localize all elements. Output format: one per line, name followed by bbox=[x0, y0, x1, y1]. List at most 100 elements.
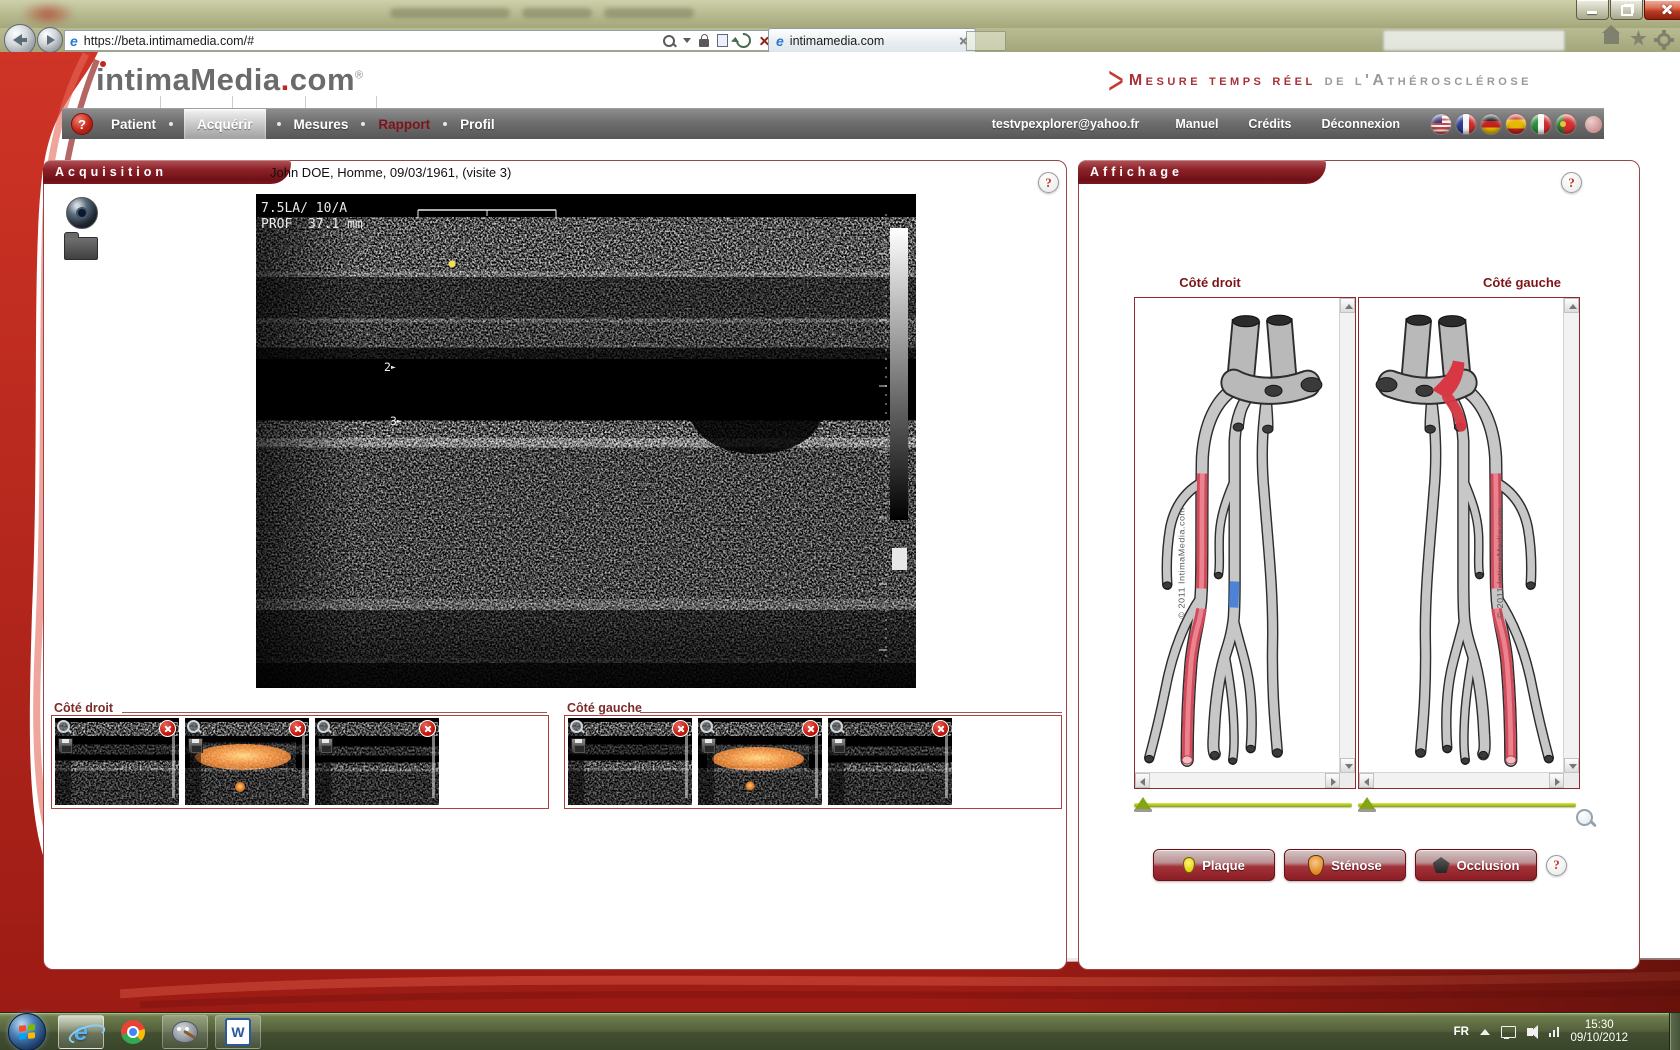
nav-help-icon[interactable]: ? bbox=[71, 113, 93, 135]
thumb-delete-icon[interactable] bbox=[672, 720, 689, 737]
thumb-save-icon[interactable] bbox=[571, 738, 586, 753]
thumbnail-doppler[interactable] bbox=[698, 718, 822, 805]
slider-handle-icon[interactable] bbox=[1359, 797, 1375, 809]
scroll-left-icon[interactable] bbox=[1135, 773, 1150, 788]
affichage-help-icon[interactable]: ? bbox=[1561, 172, 1582, 193]
folder-icon[interactable] bbox=[64, 237, 98, 260]
new-tab-button[interactable] bbox=[966, 31, 1006, 51]
thumbnail[interactable] bbox=[315, 718, 439, 805]
scroll-up-icon[interactable] bbox=[1564, 298, 1579, 313]
nav-link-manuel[interactable]: Manuel bbox=[1175, 117, 1218, 131]
horizontal-scrollbar[interactable] bbox=[1135, 772, 1340, 788]
account-email[interactable]: testvpexplorer@yahoo.fr bbox=[992, 117, 1140, 131]
thumb-delete-icon[interactable] bbox=[932, 720, 949, 737]
thumbnail-doppler[interactable] bbox=[185, 718, 309, 805]
slider-handle-icon[interactable] bbox=[1135, 797, 1151, 809]
thumb-magnifier-icon[interactable] bbox=[187, 720, 200, 733]
vertical-scrollbar[interactable] bbox=[1339, 298, 1355, 773]
thumb-magnifier-icon[interactable] bbox=[830, 720, 843, 733]
nav-link-credits[interactable]: Crédits bbox=[1248, 117, 1291, 131]
nav-item-profil[interactable]: Profil bbox=[458, 109, 497, 139]
clock[interactable]: 15:30 09/10/2012 bbox=[1570, 1019, 1628, 1045]
artery-diagram-gauche[interactable]: © 2011 IntimaMedia.com bbox=[1358, 297, 1580, 789]
legend-help-icon[interactable]: ? bbox=[1546, 855, 1567, 876]
taskbar-ie-button[interactable]: e bbox=[58, 1015, 104, 1049]
slider-track[interactable] bbox=[1134, 803, 1352, 807]
close-button[interactable] bbox=[1644, 0, 1680, 20]
nav-item-mesures[interactable]: Mesures bbox=[292, 109, 351, 139]
artery-diagram-droit[interactable]: © 2011 IntimaMedia.com bbox=[1134, 297, 1356, 789]
flag-france-icon[interactable] bbox=[1455, 113, 1477, 135]
minimize-button[interactable] bbox=[1576, 0, 1609, 20]
flag-spain-icon[interactable] bbox=[1505, 113, 1527, 135]
thumb-magnifier-icon[interactable] bbox=[570, 720, 583, 733]
horizontal-scrollbar[interactable] bbox=[1359, 772, 1564, 788]
compatibility-view-icon[interactable] bbox=[717, 34, 728, 47]
address-bar[interactable]: e https://beta.intimamedia.com/# bbox=[64, 30, 776, 51]
thumb-delete-icon[interactable] bbox=[802, 720, 819, 737]
acquisition-help-icon[interactable]: ? bbox=[1038, 172, 1059, 193]
flag-us-icon[interactable] bbox=[1430, 113, 1452, 135]
thumb-save-icon[interactable] bbox=[58, 738, 73, 753]
magnifier-icon[interactable] bbox=[1576, 809, 1593, 826]
zoom-slider-droit[interactable] bbox=[1134, 797, 1352, 813]
flag-germany-icon[interactable] bbox=[1480, 113, 1502, 135]
show-desktop-button[interactable] bbox=[1669, 1013, 1680, 1050]
site-logo[interactable]: intimaMedia.com® bbox=[96, 62, 364, 98]
thumb-delete-icon[interactable] bbox=[289, 720, 306, 737]
thumb-magnifier-icon[interactable] bbox=[700, 720, 713, 733]
language-indicator[interactable]: FR bbox=[1454, 1026, 1469, 1038]
flag-italy-icon[interactable] bbox=[1530, 113, 1552, 135]
slider-track[interactable] bbox=[1358, 803, 1576, 807]
thumb-save-icon[interactable] bbox=[831, 738, 846, 753]
network-icon[interactable] bbox=[1549, 1027, 1560, 1037]
legend-button-occlusion[interactable]: Occlusion bbox=[1415, 849, 1537, 881]
tray-expand-icon[interactable] bbox=[1480, 1029, 1490, 1035]
volume-icon[interactable] bbox=[1527, 1028, 1533, 1036]
url-text[interactable]: https://beta.intimamedia.com/# bbox=[84, 34, 254, 48]
scroll-down-icon[interactable] bbox=[1340, 758, 1355, 773]
refresh-icon[interactable] bbox=[733, 30, 754, 51]
thumb-save-icon[interactable] bbox=[318, 738, 333, 753]
legend-button-stenose[interactable]: Sténose bbox=[1284, 849, 1406, 881]
taskbar-word-button[interactable]: W bbox=[215, 1015, 261, 1049]
taskbar-chrome-button[interactable] bbox=[111, 1016, 155, 1048]
browser-tab[interactable]: e intimamedia.com bbox=[768, 28, 976, 52]
thumbnail[interactable] bbox=[55, 718, 179, 805]
nav-link-deconnexion[interactable]: Déconnexion bbox=[1322, 117, 1401, 131]
camera-probe-icon[interactable] bbox=[66, 197, 98, 229]
nav-item-patient[interactable]: Patient bbox=[109, 109, 158, 139]
legend-button-plaque[interactable]: Plaque bbox=[1153, 849, 1275, 881]
thumb-save-icon[interactable] bbox=[188, 738, 203, 753]
blue-segment[interactable] bbox=[1234, 581, 1235, 607]
start-button[interactable] bbox=[8, 1013, 46, 1050]
restore-button[interactable] bbox=[1610, 0, 1643, 20]
scroll-right-icon[interactable] bbox=[1325, 773, 1340, 788]
scroll-up-icon[interactable] bbox=[1340, 298, 1355, 313]
search-dropdown-caret-icon[interactable] bbox=[683, 38, 691, 43]
scroll-down-icon[interactable] bbox=[1564, 758, 1579, 773]
zoom-slider-gauche[interactable] bbox=[1358, 797, 1576, 813]
thumbnail[interactable] bbox=[568, 718, 692, 805]
thumb-delete-icon[interactable] bbox=[159, 720, 176, 737]
home-icon[interactable] bbox=[1604, 33, 1619, 44]
taskbar-gimp-button[interactable] bbox=[162, 1015, 208, 1049]
thumb-magnifier-icon[interactable] bbox=[57, 720, 70, 733]
scroll-right-icon[interactable] bbox=[1549, 773, 1564, 788]
flag-portugal-icon[interactable] bbox=[1555, 113, 1577, 135]
search-icon[interactable] bbox=[663, 35, 675, 47]
window-titlebar[interactable] bbox=[0, 0, 1680, 28]
thumb-magnifier-icon[interactable] bbox=[317, 720, 330, 733]
scroll-left-icon[interactable] bbox=[1359, 773, 1374, 788]
thumb-delete-icon[interactable] bbox=[419, 720, 436, 737]
vertical-scrollbar[interactable] bbox=[1563, 298, 1579, 773]
nav-item-acquerir[interactable]: Acquérir bbox=[184, 109, 266, 139]
display-icon[interactable] bbox=[1501, 1026, 1516, 1038]
ultrasound-image[interactable]: 7.5LA/ 10/APROF 37.1 mm 2► 3► bbox=[256, 194, 916, 688]
favorites-star-icon[interactable] bbox=[1630, 30, 1647, 47]
nav-item-rapport[interactable]: Rapport bbox=[376, 109, 432, 139]
tools-gear-icon[interactable] bbox=[1657, 33, 1671, 47]
thumb-save-icon[interactable] bbox=[701, 738, 716, 753]
forward-button[interactable] bbox=[37, 27, 63, 53]
thumbnail[interactable] bbox=[828, 718, 952, 805]
